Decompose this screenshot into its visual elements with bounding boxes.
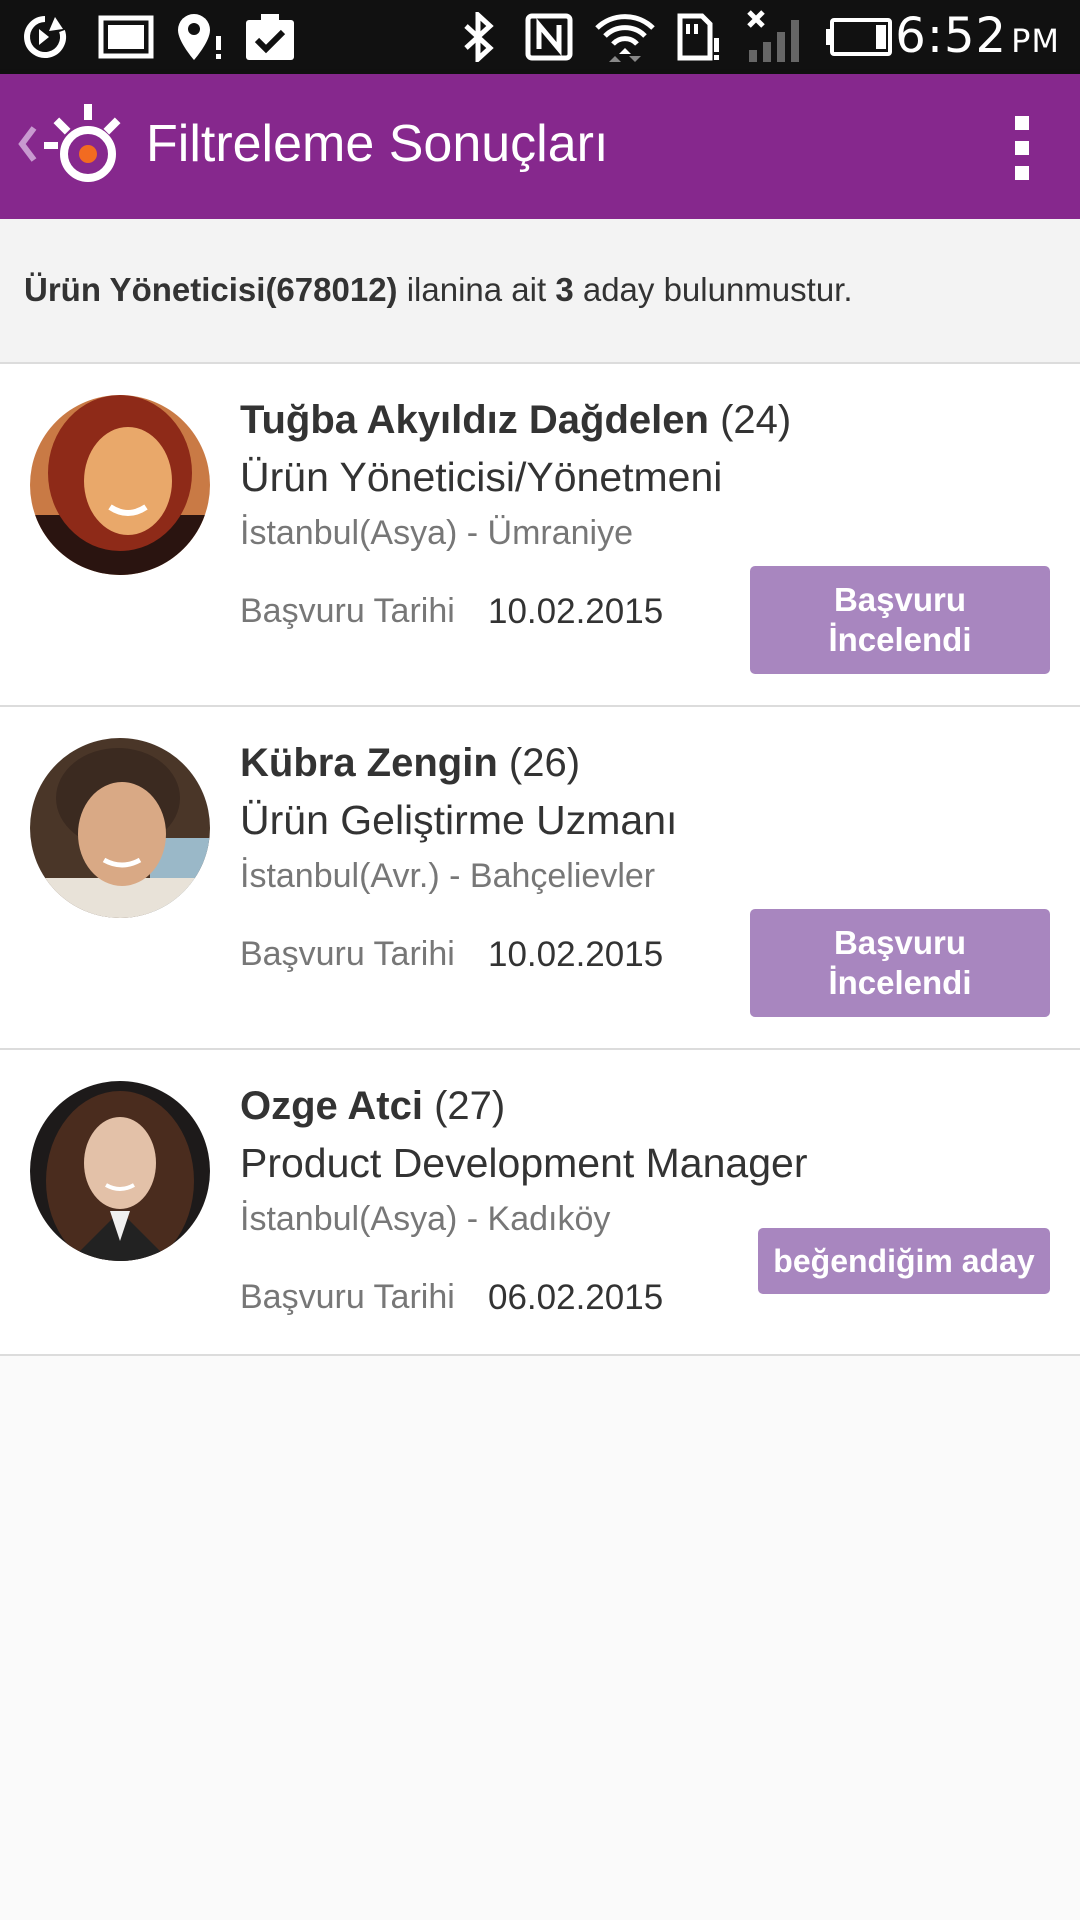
image-icon: [96, 12, 156, 62]
menu-dot: [1015, 116, 1029, 130]
candidate-list: Tuğba Akyıldız Dağdelen (24) Ürün Yöneti…: [0, 364, 1080, 1356]
app-bar: Filtreleme Sonuçları: [0, 74, 1080, 219]
clock-ampm: PM: [1011, 22, 1060, 60]
chevron-left-icon[interactable]: [12, 114, 42, 174]
candidate-row[interactable]: Kübra Zengin (26) Ürün Geliştirme Uzmanı…: [0, 707, 1080, 1050]
apply-date: 06.02.2015: [488, 1278, 664, 1317]
candidate-name-line: Kübra Zengin (26): [240, 741, 580, 786]
candidate-position: Ürün Geliştirme Uzmanı: [240, 797, 678, 843]
no-signal-icon: [744, 10, 806, 62]
avatar: [30, 738, 210, 918]
candidate-name-line: Ozge Atci (27): [240, 1084, 505, 1129]
candidate-location: İstanbul(Asya) - Ümraniye: [240, 514, 634, 552]
sd-card-alert-icon: [672, 12, 722, 62]
apply-date: 10.02.2015: [488, 592, 664, 631]
summary-suffix: aday bulunmustur.: [573, 271, 853, 308]
clipboard-check-icon: [242, 12, 298, 62]
apply-date-label: Başvuru Tarihi: [240, 935, 455, 973]
favorite-candidate-badge[interactable]: beğendiğim aday: [758, 1228, 1050, 1294]
candidate-row[interactable]: Ozge Atci (27) Product Development Manag…: [0, 1050, 1080, 1356]
candidate-age: (24): [708, 398, 792, 442]
candidate-name: Tuğba Akyıldız Dağdelen: [240, 398, 709, 442]
bluetooth-icon: [458, 12, 498, 62]
summary-middle: ilanina ait: [397, 271, 556, 308]
summary-job-title: Ürün Yöneticisi(678012): [24, 271, 398, 308]
location-alert-icon: [176, 12, 226, 62]
nfc-icon: [524, 12, 574, 62]
status-line-2: İncelendi: [828, 964, 972, 1001]
status-line-2: İncelendi: [828, 621, 972, 658]
candidate-location: İstanbul(Asya) - Kadıköy: [240, 1200, 611, 1238]
wifi-icon: [592, 12, 658, 62]
candidate-position: Ürün Yöneticisi/Yönetmeni: [240, 454, 723, 500]
apply-date-label: Başvuru Tarihi: [240, 1278, 455, 1316]
status-bar: 6:52 PM: [0, 0, 1080, 74]
candidate-row[interactable]: Tuğba Akyıldız Dağdelen (24) Ürün Yöneti…: [0, 364, 1080, 707]
clock-time: 6:52: [895, 8, 1008, 64]
results-summary: Ürün Yöneticisi(678012) ilanina ait 3 ad…: [0, 219, 1080, 364]
candidate-name: Ozge Atci: [240, 1084, 423, 1128]
page-title: Filtreleme Sonuçları: [146, 115, 609, 173]
status-button[interactable]: Başvuru İncelendi: [750, 566, 1050, 674]
status-line-1: Başvuru: [833, 924, 967, 961]
menu-dot: [1015, 166, 1029, 180]
status-line-1: Başvuru: [833, 581, 967, 618]
avatar: [30, 395, 210, 575]
candidate-name-line: Tuğba Akyıldız Dağdelen (24): [240, 398, 791, 443]
summary-count: 3: [555, 271, 574, 308]
apply-date-label: Başvuru Tarihi: [240, 592, 455, 630]
candidate-name: Kübra Zengin: [240, 741, 498, 785]
avatar: [30, 1081, 210, 1261]
apply-date: 10.02.2015: [488, 935, 664, 974]
candidate-location: İstanbul(Avr.) - Bahçelievler: [240, 857, 656, 895]
battery-icon: [824, 12, 894, 62]
candidate-age: (26): [497, 741, 581, 785]
overflow-menu-icon[interactable]: [1002, 116, 1042, 180]
kariyer-logo-icon[interactable]: [42, 102, 126, 186]
candidate-age: (27): [423, 1084, 506, 1128]
sync-icon: [20, 12, 70, 62]
menu-dot: [1015, 141, 1029, 155]
candidate-position: Product Development Manager: [240, 1140, 808, 1186]
summary-text: Ürün Yöneticisi(678012) ilanina ait 3 ad…: [24, 271, 853, 309]
status-button[interactable]: Başvuru İncelendi: [750, 909, 1050, 1017]
clock: 6:52 PM: [895, 8, 1060, 64]
